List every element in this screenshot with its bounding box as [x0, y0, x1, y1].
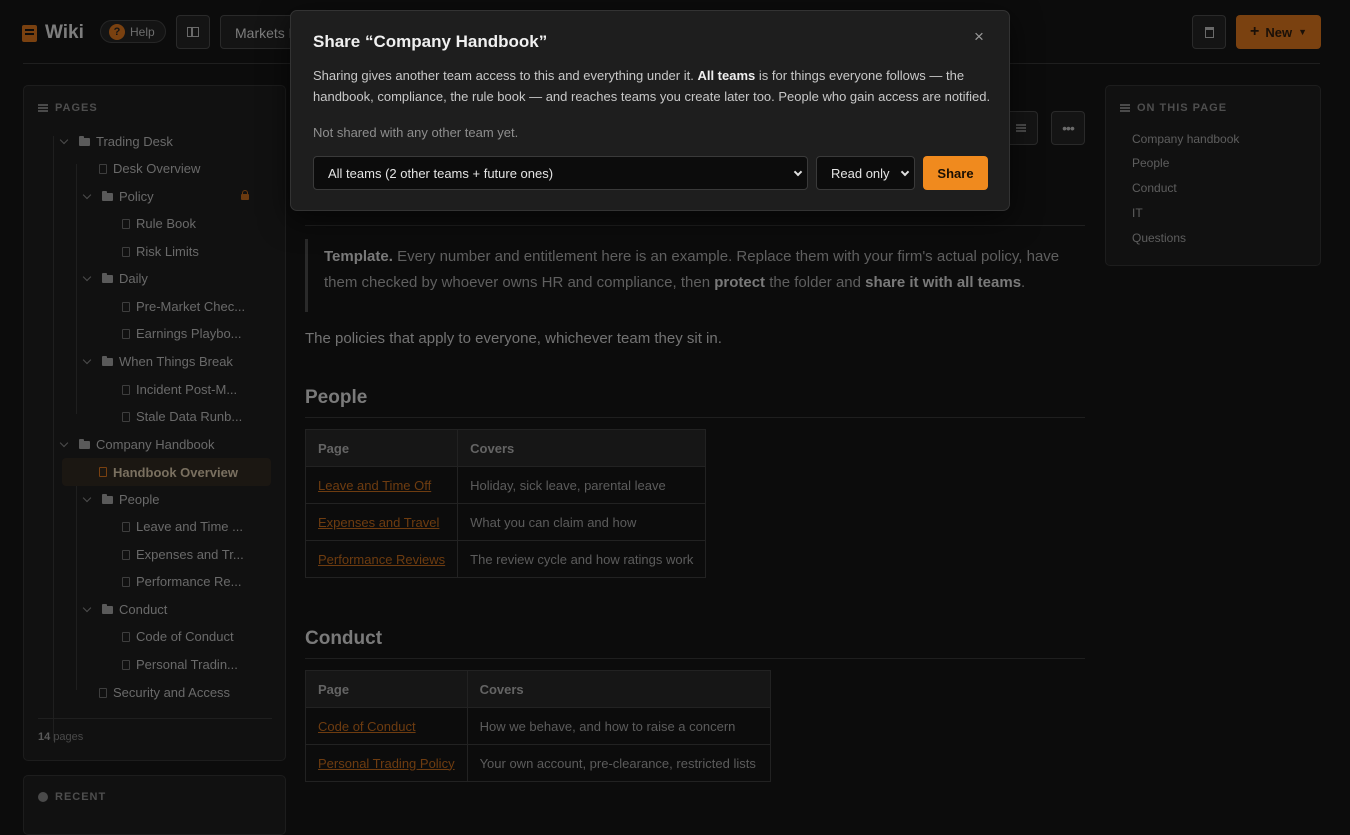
access-select-value: Read only [831, 165, 890, 181]
chevron-down-icon [900, 167, 910, 177]
share-dialog: Share “Company Handbook” × Sharing gives… [290, 10, 1010, 211]
dialog-title: Share “Company Handbook” [313, 32, 548, 51]
desc-text: Sharing gives another team access to thi… [313, 68, 694, 83]
chevron-down-icon [793, 167, 803, 177]
team-select-value: All teams (2 other teams + future ones) [328, 165, 554, 181]
dialog-description: Sharing gives another team access to thi… [313, 65, 997, 107]
share-button[interactable]: Share [923, 156, 988, 190]
desc-bold: All teams [697, 68, 756, 83]
team-select[interactable]: All teams (2 other teams + future ones) [313, 156, 808, 190]
share-status: Not shared with any other team yet. [313, 125, 519, 140]
close-icon[interactable]: × [974, 27, 984, 47]
access-select[interactable]: Read only [816, 156, 915, 190]
